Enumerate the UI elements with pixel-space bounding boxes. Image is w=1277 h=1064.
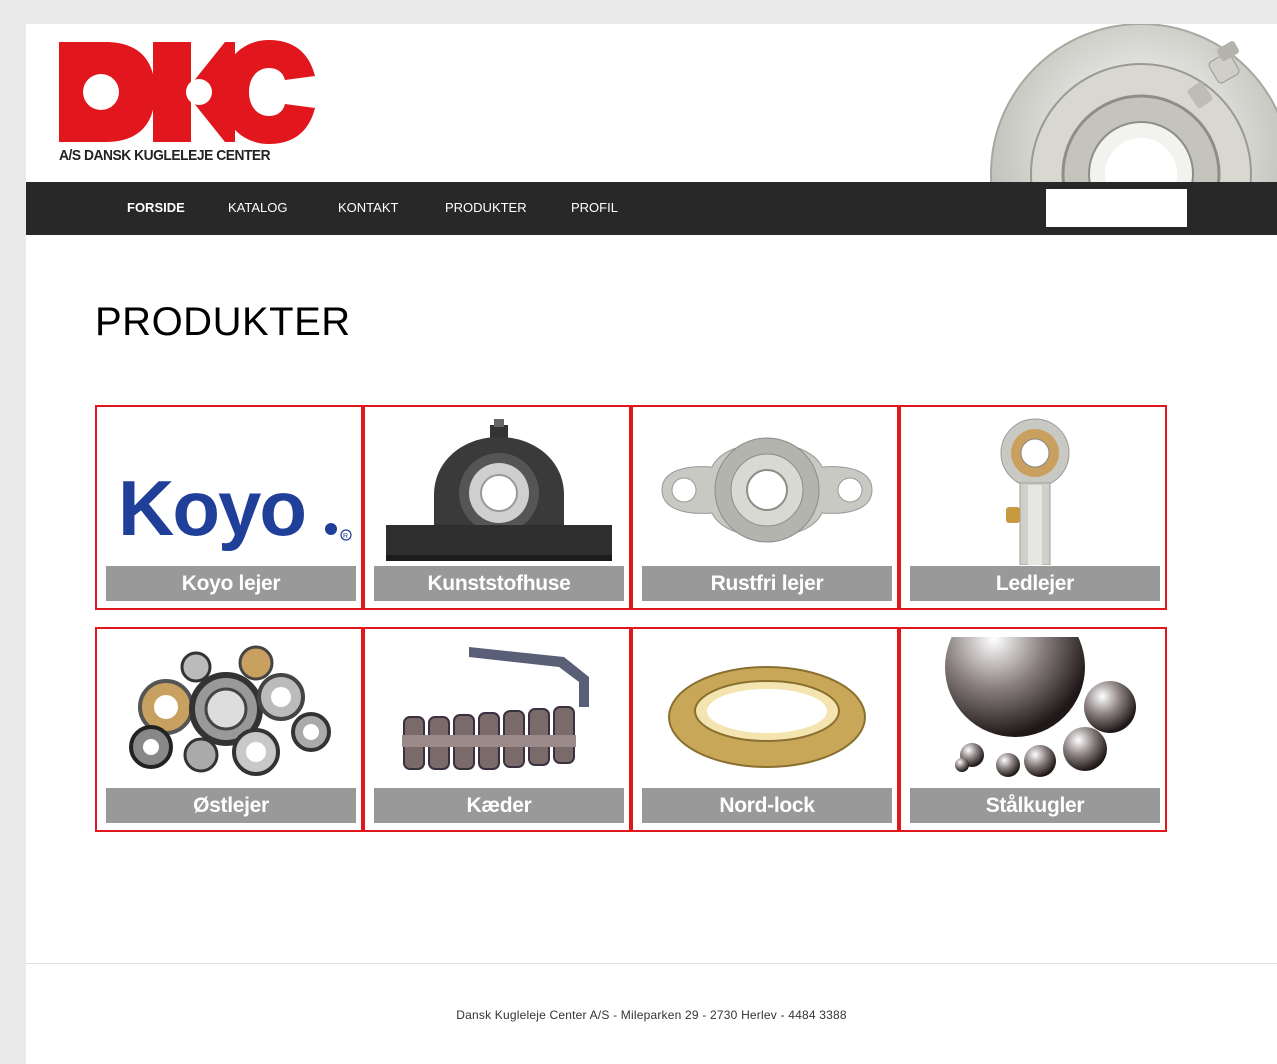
rod-end-image — [1000, 418, 1070, 565]
footer-divider — [26, 963, 1277, 964]
svg-text:Koyo: Koyo — [118, 464, 305, 552]
tile-label: Koyo lejer — [106, 566, 356, 601]
tile-label: Rustfri lejer — [642, 566, 892, 601]
page-title: PRODUKTER — [95, 300, 351, 344]
flange-bearing-image — [661, 437, 873, 543]
product-tile-kaeder[interactable]: Kæder — [363, 627, 631, 832]
dkc-logo[interactable]: A/S DANSK KUGLELEJE CENTER — [57, 40, 317, 170]
logo-subtitle: A/S DANSK KUGLELEJE CENTER — [59, 147, 271, 164]
nav-item-katalog[interactable]: KATALOG — [228, 200, 287, 215]
product-tile-nordlock[interactable]: Nord-lock — [631, 627, 899, 832]
product-tile-ostlejer[interactable]: Østlejer — [95, 627, 363, 832]
tile-label: Nord-lock — [642, 788, 892, 823]
nav-item-kontakt[interactable]: KONTAKT — [338, 200, 398, 215]
nav-item-profil[interactable]: PROFIL — [571, 200, 618, 215]
roller-chain-image — [402, 647, 589, 770]
tile-label: Kæder — [374, 788, 624, 823]
header: A/S DANSK KUGLELEJE CENTER — [26, 24, 1277, 182]
product-tile-rustfri[interactable]: Rustfri lejer — [631, 405, 899, 610]
nav-item-produkter[interactable]: PRODUKTER — [445, 200, 527, 215]
product-tile-ledlejer[interactable]: Ledlejer — [899, 405, 1167, 610]
svg-text:R: R — [343, 533, 348, 540]
bearing-assortment-image — [129, 645, 331, 776]
steel-balls-image — [945, 637, 1136, 777]
footer-text: Dansk Kugleleje Center A/S - Mileparken … — [456, 1008, 847, 1022]
pillow-block-image — [386, 419, 612, 561]
product-tile-koyo[interactable]: Koyo R Koyo lejer — [95, 405, 363, 610]
tile-label: Østlejer — [106, 788, 356, 823]
page: A/S DANSK KUGLELEJE CENTER FORSIDE KATAL… — [26, 24, 1277, 1064]
hero-bearing-image — [966, 24, 1277, 182]
main-nav: FORSIDE KATALOG KONTAKT PRODUKTER PROFIL — [26, 182, 1277, 235]
nav-item-forside[interactable]: FORSIDE — [127, 200, 185, 215]
product-tile-kunststofhuse[interactable]: Kunststofhuse — [363, 405, 631, 610]
tile-label: Ledlejer — [910, 566, 1160, 601]
nordlock-washer-image — [668, 666, 866, 768]
koyo-logo-image: Koyo R — [118, 464, 352, 552]
dkc-logo-mark — [59, 40, 315, 144]
product-tile-stalkugler[interactable]: Stålkugler — [899, 627, 1167, 832]
product-grid: Koyo R Koyo lejer Kunststofhuse Rustfri … — [95, 405, 1168, 833]
tile-label: Kunststofhuse — [374, 566, 624, 601]
tile-label: Stålkugler — [910, 788, 1160, 823]
search-input[interactable] — [1046, 189, 1187, 227]
